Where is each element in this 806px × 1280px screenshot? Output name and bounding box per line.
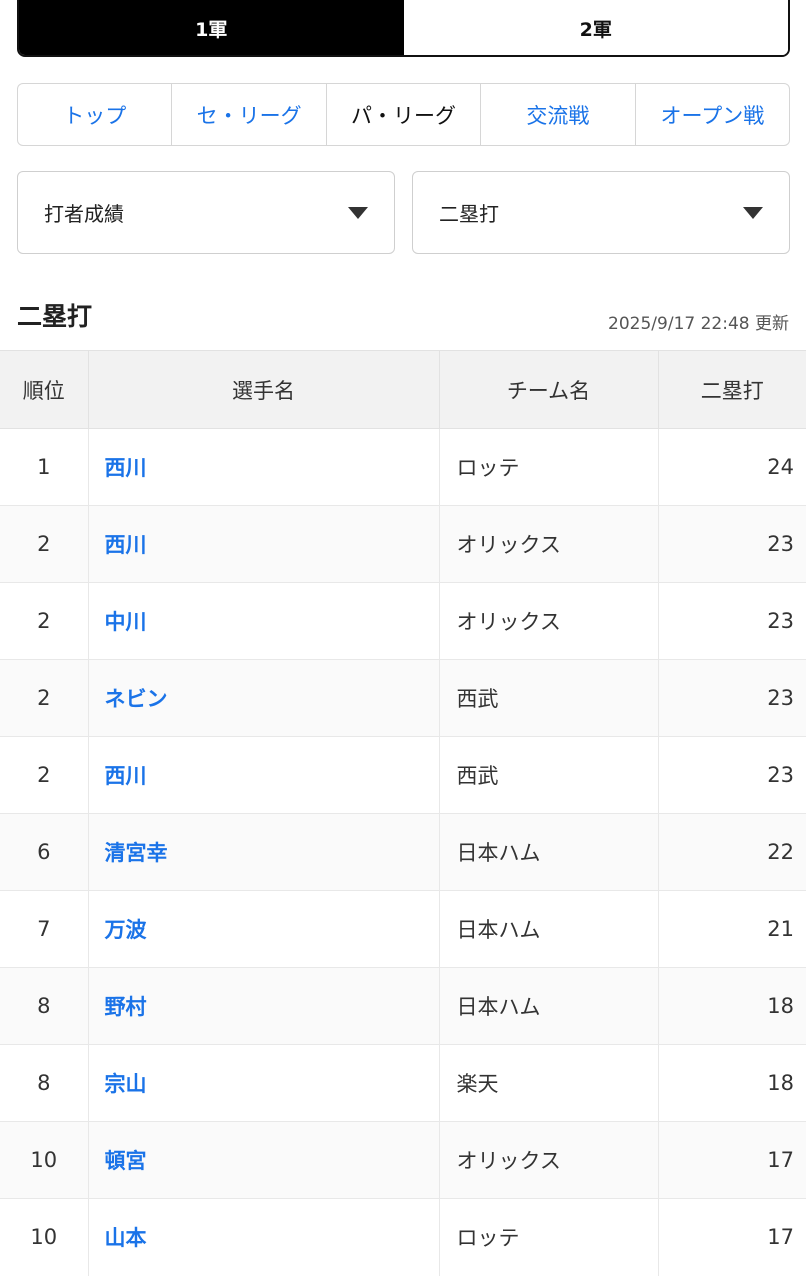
category-select[interactable]: 打者成績 bbox=[17, 171, 395, 254]
player-name-link[interactable]: 中川 bbox=[88, 582, 440, 660]
table-row: 6 清宮幸 日本ハム 22 bbox=[0, 813, 806, 891]
table-row: 8 野村 日本ハム 18 bbox=[0, 967, 806, 1045]
doubles-value-cell: 17 bbox=[658, 1198, 806, 1276]
rank-cell: 1 bbox=[0, 428, 89, 506]
table-row: 1 西川 ロッテ 24 bbox=[0, 428, 806, 506]
table-row: 8 宗山 楽天 18 bbox=[0, 1044, 806, 1122]
team-name-cell: 楽天 bbox=[439, 1044, 659, 1122]
player-name-link[interactable]: 清宮幸 bbox=[88, 813, 440, 891]
rank-cell: 6 bbox=[0, 813, 89, 891]
player-name-link[interactable]: 山本 bbox=[88, 1198, 440, 1276]
tab-interleague[interactable]: 交流戦 bbox=[481, 84, 636, 145]
player-name-link[interactable]: 野村 bbox=[88, 967, 440, 1045]
caret-down-icon bbox=[743, 206, 763, 219]
team-name-cell: 西武 bbox=[439, 659, 659, 737]
team-name-cell: 西武 bbox=[439, 736, 659, 814]
doubles-value-cell: 22 bbox=[658, 813, 806, 891]
tab-central-league[interactable]: セ・リーグ bbox=[172, 84, 327, 145]
rank-cell: 10 bbox=[0, 1198, 89, 1276]
table-row: 10 頓宮 オリックス 17 bbox=[0, 1121, 806, 1199]
rank-cell: 2 bbox=[0, 582, 89, 660]
section-title: 二塁打 bbox=[17, 302, 93, 331]
table-row: 2 西川 オリックス 23 bbox=[0, 505, 806, 583]
tab-top[interactable]: トップ bbox=[18, 84, 173, 145]
rank-cell: 2 bbox=[0, 659, 89, 737]
doubles-value-cell: 18 bbox=[658, 1044, 806, 1122]
team-name-cell: オリックス bbox=[439, 1121, 659, 1199]
squad-tab-first[interactable]: 1軍 bbox=[19, 0, 404, 55]
table-row: 10 山本 ロッテ 17 bbox=[0, 1198, 806, 1276]
team-name-cell: 日本ハム bbox=[439, 890, 659, 968]
header-value: 二塁打 bbox=[658, 350, 806, 429]
team-name-cell: 日本ハム bbox=[439, 967, 659, 1045]
ranking-table: 順位 選手名 チーム名 二塁打 1 西川 ロッテ 24 2 西川 オリックス 23 2 中川 オリッ… bbox=[0, 350, 806, 1276]
table-header-row: 順位 選手名 チーム名 二塁打 bbox=[0, 350, 806, 429]
team-name-cell: オリックス bbox=[439, 582, 659, 660]
player-name-link[interactable]: 西川 bbox=[88, 505, 440, 583]
table-row: 7 万波 日本ハム 21 bbox=[0, 890, 806, 968]
stat-select-value: 二塁打 bbox=[439, 202, 499, 226]
table-row: 2 西川 西武 23 bbox=[0, 736, 806, 814]
doubles-value-cell: 23 bbox=[658, 659, 806, 737]
table-row: 2 ネビン 西武 23 bbox=[0, 659, 806, 737]
squad-toggle: 1軍 2軍 bbox=[17, 0, 790, 57]
doubles-value-cell: 18 bbox=[658, 967, 806, 1045]
doubles-value-cell: 21 bbox=[658, 890, 806, 968]
tab-open-games[interactable]: オープン戦 bbox=[636, 84, 789, 145]
player-name-link[interactable]: 西川 bbox=[88, 736, 440, 814]
player-name-link[interactable]: 西川 bbox=[88, 428, 440, 506]
doubles-value-cell: 23 bbox=[658, 736, 806, 814]
squad-tab-second[interactable]: 2軍 bbox=[403, 0, 788, 55]
tab-pacific-league[interactable]: パ・リーグ bbox=[327, 84, 482, 145]
rank-cell: 8 bbox=[0, 967, 89, 1045]
player-name-link[interactable]: 頓宮 bbox=[88, 1121, 440, 1199]
rank-cell: 7 bbox=[0, 890, 89, 968]
stat-select[interactable]: 二塁打 bbox=[412, 171, 790, 254]
table-row: 2 中川 オリックス 23 bbox=[0, 582, 806, 660]
player-name-link[interactable]: ネビン bbox=[88, 659, 440, 737]
rank-cell: 10 bbox=[0, 1121, 89, 1199]
category-select-value: 打者成績 bbox=[44, 202, 124, 226]
team-name-cell: ロッテ bbox=[439, 1198, 659, 1276]
league-tabs: トップ セ・リーグ パ・リーグ 交流戦 オープン戦 bbox=[17, 83, 790, 146]
doubles-value-cell: 17 bbox=[658, 1121, 806, 1199]
player-name-link[interactable]: 万波 bbox=[88, 890, 440, 968]
rank-cell: 2 bbox=[0, 505, 89, 583]
updated-timestamp: 2025/9/17 22:48 更新 bbox=[608, 314, 789, 334]
team-name-cell: オリックス bbox=[439, 505, 659, 583]
rank-cell: 2 bbox=[0, 736, 89, 814]
team-name-cell: ロッテ bbox=[439, 428, 659, 506]
doubles-value-cell: 23 bbox=[658, 505, 806, 583]
doubles-value-cell: 23 bbox=[658, 582, 806, 660]
header-rank: 順位 bbox=[0, 350, 89, 429]
header-player: 選手名 bbox=[88, 350, 440, 429]
player-name-link[interactable]: 宗山 bbox=[88, 1044, 440, 1122]
header-team: チーム名 bbox=[439, 350, 659, 429]
team-name-cell: 日本ハム bbox=[439, 813, 659, 891]
caret-down-icon bbox=[348, 206, 368, 219]
rank-cell: 8 bbox=[0, 1044, 89, 1122]
doubles-value-cell: 24 bbox=[658, 428, 806, 506]
